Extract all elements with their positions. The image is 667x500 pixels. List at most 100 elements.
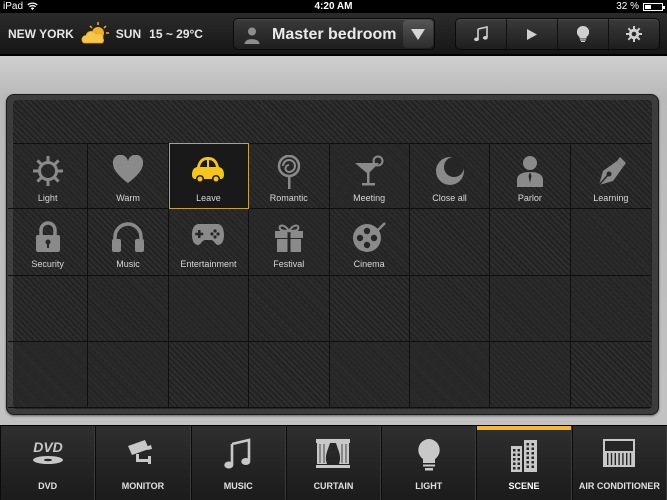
- scene-label: Cinema: [353, 259, 385, 270]
- scene-light-button[interactable]: Light: [8, 143, 89, 210]
- empty-scene-slot: [409, 275, 491, 342]
- empty-scene-slot: [249, 275, 330, 342]
- play-button[interactable]: [506, 19, 557, 49]
- weather-widget: NEW YORK SUN 15 ~ 29°C: [8, 13, 203, 55]
- person-icon: [244, 27, 260, 44]
- nav-monitor-tab[interactable]: MONITOR: [95, 426, 191, 500]
- battery-fill: [645, 4, 651, 9]
- scene-entertainment-button[interactable]: Entertainment: [168, 209, 250, 276]
- scene-label: Learning: [593, 193, 629, 203]
- scene-label: Close all: [432, 193, 467, 203]
- film-reel-icon: [330, 221, 409, 255]
- battery-icon: [643, 2, 665, 11]
- status-bar: iPad 4:20 AM 32 %: [0, 0, 667, 13]
- building-icon: [477, 438, 570, 472]
- gift-icon: [249, 221, 328, 255]
- settings-button[interactable]: [608, 19, 659, 49]
- bulb-icon: [382, 438, 475, 472]
- empty-scene-slot: [168, 341, 250, 408]
- empty-scene-slot: [409, 209, 491, 276]
- nav-label: MONITOR: [121, 481, 165, 491]
- scene-panel-header: [13, 100, 652, 144]
- empty-scene-slot: [570, 209, 651, 276]
- scene-security-button[interactable]: Security: [8, 209, 89, 276]
- triangle-down-icon: [411, 28, 425, 40]
- scene-label: Entertainment: [180, 259, 237, 270]
- nav-air-conditioner-tab[interactable]: AIR CONDITIONER: [571, 426, 667, 500]
- scene-learning-button[interactable]: Learning: [570, 143, 651, 210]
- nav-scene-tab[interactable]: SCENE: [476, 426, 572, 500]
- empty-scene-slot: [168, 275, 250, 342]
- scene-romantic-button[interactable]: Romantic: [249, 143, 330, 210]
- scene-label: Security: [31, 259, 64, 270]
- scene-label: Leave: [196, 193, 221, 203]
- room-dropdown-button[interactable]: [403, 20, 433, 48]
- empty-scene-slot: [8, 275, 89, 342]
- music-button[interactable]: [456, 19, 506, 49]
- scene-close-all-button[interactable]: Close all: [409, 143, 491, 210]
- nav-dvd-tab[interactable]: DVD DVD: [0, 426, 96, 500]
- scene-label: Festival: [273, 259, 305, 270]
- music-note-icon: [474, 26, 488, 42]
- heart-icon: [88, 155, 167, 189]
- curtain-icon: [287, 438, 380, 472]
- car-icon: [169, 155, 248, 189]
- nav-label: SCENE: [508, 481, 540, 491]
- bulb-icon: [577, 26, 589, 42]
- lollipop-icon: [249, 155, 328, 189]
- room-selector[interactable]: Master bedroom: [233, 18, 435, 50]
- scene-music-button[interactable]: Music: [88, 209, 169, 276]
- scene-warm-button[interactable]: Warm: [88, 143, 169, 210]
- quick-action-bar: [455, 18, 660, 50]
- scene-label: Romantic: [269, 193, 308, 203]
- pen-icon: [571, 155, 651, 189]
- cocktail-icon: [330, 155, 409, 189]
- nav-music-tab[interactable]: MUSIC: [190, 426, 286, 500]
- status-right: 32 %: [616, 0, 665, 13]
- scene-festival-button[interactable]: Festival: [249, 209, 330, 276]
- scene-label: Light: [37, 193, 58, 203]
- scene-cinema-button[interactable]: Cinema: [329, 209, 410, 276]
- city-name: NEW YORK: [8, 27, 74, 41]
- empty-scene-slot: [329, 341, 410, 408]
- status-time: 4:20 AM: [314, 1, 353, 12]
- moon-icon: [410, 155, 489, 189]
- empty-scene-slot: [570, 341, 651, 408]
- empty-scene-slot: [409, 341, 491, 408]
- scene-grid: Light Warm Leave Romantic Meeting Close all Pa…: [8, 143, 651, 408]
- active-tab-indicator: [477, 426, 571, 430]
- empty-scene-slot: [329, 275, 410, 342]
- play-icon: [527, 28, 537, 40]
- music-note-icon: [192, 438, 285, 472]
- empty-scene-slot: [88, 275, 169, 342]
- temperature-range: 15 ~ 29°C: [149, 27, 203, 41]
- nav-curtain-tab[interactable]: CURTAIN: [285, 426, 382, 500]
- gamepad-icon: [169, 221, 248, 255]
- nav-label: AIR CONDITIONER: [578, 481, 660, 491]
- scene-label: Warm: [116, 193, 140, 203]
- nav-label: MUSIC: [223, 481, 253, 491]
- headphones-icon: [88, 221, 167, 255]
- scene-meeting-button[interactable]: Meeting: [329, 143, 410, 210]
- battery-percent: 32 %: [616, 1, 639, 12]
- empty-scene-slot: [490, 275, 571, 342]
- nav-label: DVD: [38, 481, 58, 491]
- app-header: NEW YORK SUN 15 ~ 29°C Master bedroom: [0, 13, 667, 55]
- air-conditioner-icon: [573, 438, 666, 472]
- scene-label: Parlor: [517, 193, 542, 203]
- nav-label: CURTAIN: [313, 481, 354, 491]
- svg-text:DVD: DVD: [33, 439, 63, 455]
- partly-sunny-icon: [80, 21, 110, 47]
- lock-icon: [8, 221, 87, 255]
- empty-scene-slot: [570, 275, 651, 342]
- scene-parlor-button[interactable]: Parlor: [490, 143, 571, 210]
- light-button[interactable]: [557, 19, 608, 49]
- sun-icon: [8, 155, 87, 189]
- nav-label: LIGHT: [415, 481, 443, 491]
- gear-icon: [626, 26, 642, 42]
- nav-light-tab[interactable]: LIGHT: [381, 426, 477, 500]
- person-icon: [490, 155, 569, 189]
- empty-scene-slot: [8, 341, 89, 408]
- empty-scene-slot: [490, 209, 571, 276]
- scene-leave-button[interactable]: Leave: [168, 143, 250, 210]
